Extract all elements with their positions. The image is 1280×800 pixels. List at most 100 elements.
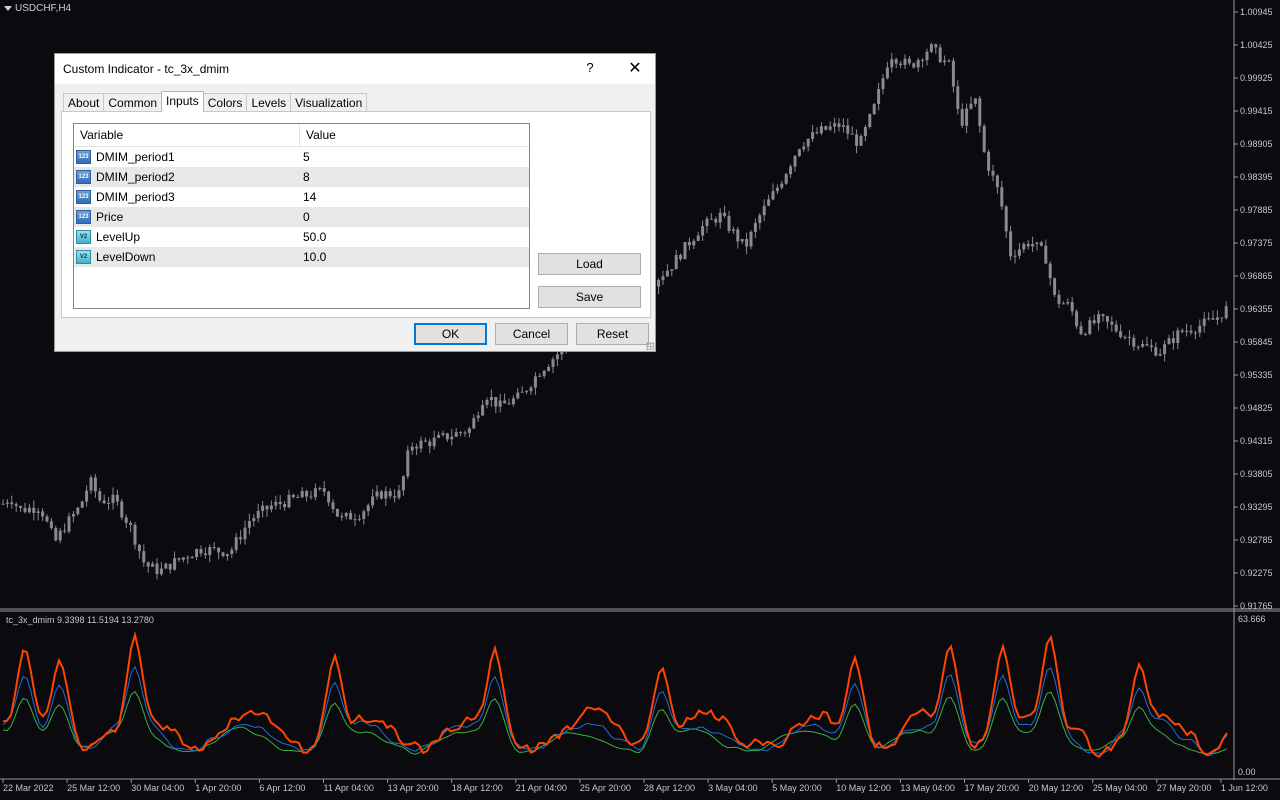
table-row[interactable]: V2 LevelDown 10.0	[74, 247, 529, 267]
tab-colors[interactable]: Colors	[202, 93, 248, 112]
candle-body	[1180, 330, 1184, 332]
candle-body	[239, 537, 243, 540]
param-name: LevelDown	[96, 250, 156, 264]
candle-body	[32, 507, 36, 513]
candle-body	[54, 528, 58, 541]
candle-body	[291, 494, 295, 498]
indicator-line-red	[2, 630, 1228, 758]
price-tick-label: 0.94315	[1240, 436, 1273, 446]
inputs-grid[interactable]: Variable Value 123 DMIM_period1 5 123 DMIM…	[73, 123, 530, 309]
dropdown-triangle-icon[interactable]	[4, 6, 12, 11]
candle-body	[1220, 317, 1224, 319]
column-variable[interactable]: Variable	[74, 124, 300, 146]
param-value[interactable]: 50.0	[300, 230, 529, 244]
symbol-text: USDCHF,H4	[15, 3, 72, 14]
candle-body	[14, 504, 18, 507]
candle-body	[1057, 294, 1061, 304]
param-value[interactable]: 10.0	[300, 250, 529, 264]
candle-body	[815, 132, 819, 134]
candle-body	[89, 477, 93, 491]
candle-body	[925, 51, 929, 61]
candle-body	[58, 530, 62, 541]
candle-body	[107, 502, 111, 504]
candle-body	[1083, 333, 1087, 335]
candle-body	[1092, 320, 1096, 324]
candle-body	[1171, 338, 1175, 344]
time-axis: 22 Mar 2022 25 Mar 12:00 30 Mar 04:00 1 Apr…	[2, 779, 1268, 793]
candle-body	[705, 218, 709, 227]
candle-body	[76, 507, 80, 515]
time-tick-label: 11 Apr 04:00	[324, 783, 374, 793]
resize-grip-icon[interactable]	[646, 342, 654, 350]
time-tick-label: 1 Jun 12:00	[1221, 783, 1268, 793]
candle-body	[146, 562, 150, 567]
close-icon[interactable]: ✕	[625, 58, 645, 78]
candle-body	[261, 505, 265, 511]
candle-body	[423, 440, 427, 442]
symbol-label[interactable]: USDCHF,H4	[4, 3, 71, 14]
candle-body	[129, 522, 133, 525]
candle-body	[978, 98, 982, 127]
reset-button[interactable]: Reset	[576, 323, 649, 345]
time-tick-label: 27 May 20:00	[1157, 783, 1212, 793]
price-tick-label: 0.93805	[1240, 469, 1273, 479]
tab-levels[interactable]: Levels	[246, 93, 292, 112]
candle-body	[49, 521, 53, 529]
candle-body	[322, 487, 326, 492]
candle-body	[1013, 255, 1017, 257]
candle-body	[762, 205, 766, 216]
price-tick-label: 0.98395	[1240, 172, 1273, 182]
candle-body	[1176, 330, 1180, 344]
table-row[interactable]: 123 DMIM_period2 8	[74, 167, 529, 187]
dialog-titlebar[interactable]: Custom Indicator - tc_3x_dmim ? ✕	[55, 54, 655, 84]
candle-body	[485, 399, 489, 405]
candle-body	[995, 175, 999, 188]
candle-body	[1026, 243, 1030, 247]
table-row[interactable]: V2 LevelUp 50.0	[74, 227, 529, 247]
table-row[interactable]: 123 Price 0	[74, 207, 529, 227]
candle-body	[727, 216, 731, 231]
candle-body	[503, 400, 507, 404]
double-type-icon: V2	[76, 250, 91, 264]
column-value[interactable]: Value	[300, 124, 529, 146]
candle-body	[309, 496, 313, 498]
param-value[interactable]: 14	[300, 190, 529, 204]
candle-body	[1048, 263, 1052, 279]
param-value[interactable]: 5	[300, 150, 529, 164]
candle-body	[789, 166, 793, 175]
param-value[interactable]: 0	[300, 210, 529, 224]
candle-body	[833, 123, 837, 127]
candle-body	[415, 446, 419, 449]
tab-visualization[interactable]: Visualization	[290, 93, 368, 112]
candle-body	[476, 415, 480, 419]
candle-body	[335, 508, 339, 517]
table-row[interactable]: 123 DMIM_period3 14	[74, 187, 529, 207]
time-tick-label: 25 Apr 20:00	[580, 783, 631, 793]
candle-body	[274, 501, 278, 506]
candle-body	[217, 547, 221, 553]
tab-common[interactable]: Common	[103, 93, 163, 112]
help-icon[interactable]: ?	[583, 60, 597, 75]
tab-inputs[interactable]: Inputs	[161, 91, 204, 112]
time-tick-label: 5 May 20:00	[772, 783, 822, 793]
candle-body	[1044, 245, 1048, 264]
candle-body	[212, 547, 216, 549]
ok-button[interactable]: OK	[414, 323, 487, 345]
cancel-button[interactable]: Cancel	[495, 323, 568, 345]
candle-body	[745, 238, 749, 247]
indicator-line-blue	[2, 665, 1228, 757]
indicator-lines	[2, 630, 1228, 758]
price-tick-label: 0.92275	[1240, 568, 1273, 578]
candle-body	[406, 450, 410, 477]
tab-about[interactable]: About	[63, 93, 105, 112]
param-value[interactable]: 8	[300, 170, 529, 184]
load-button[interactable]: Load	[538, 253, 641, 275]
candle-body	[520, 391, 524, 393]
table-row[interactable]: 123 DMIM_period1 5	[74, 147, 529, 167]
candle-body	[1154, 347, 1158, 356]
candle-body	[934, 44, 938, 48]
candle-body	[767, 199, 771, 206]
price-tick-label: 0.97375	[1240, 238, 1273, 248]
candle-body	[428, 441, 432, 447]
save-button[interactable]: Save	[538, 286, 641, 308]
